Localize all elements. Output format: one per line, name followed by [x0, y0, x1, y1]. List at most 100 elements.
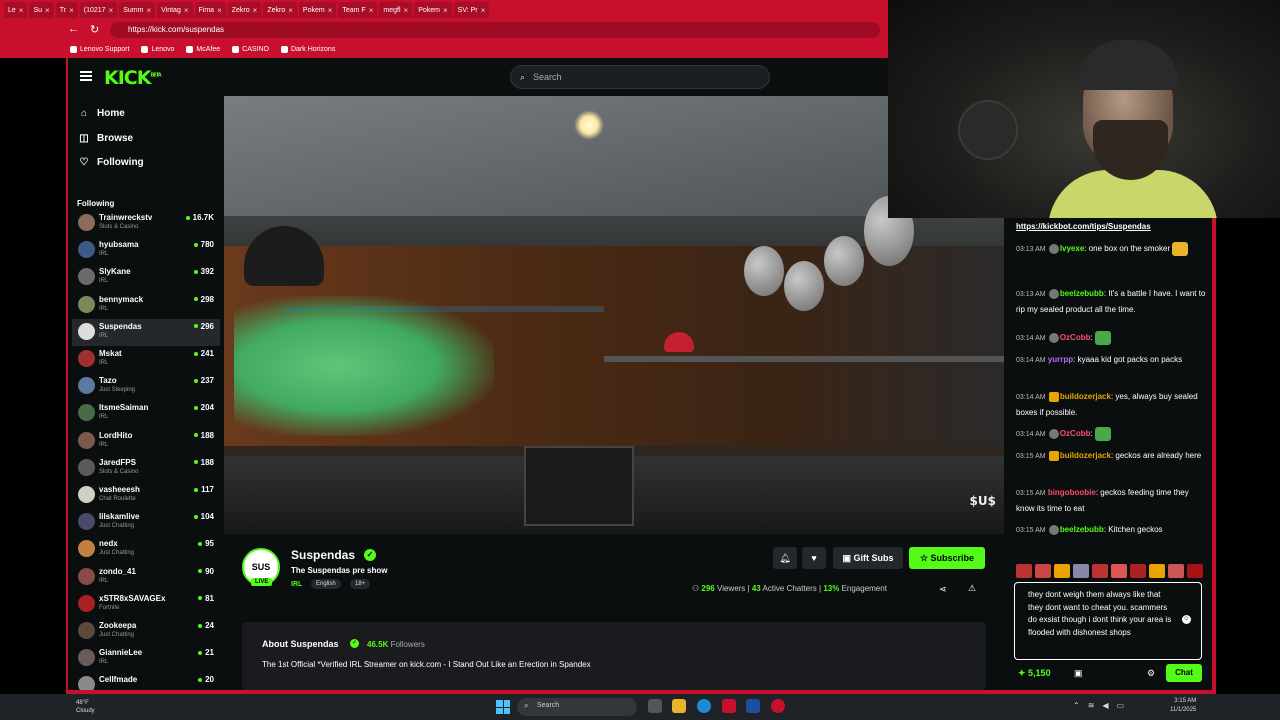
star-icon: ☆ [919, 553, 931, 563]
bookmark-item[interactable]: Dark Horizons [280, 45, 335, 53]
chat-message: 03:14 AM yurrpp: kyaaa kid got packs on … [1016, 355, 1183, 364]
opera-gx-icon[interactable] [771, 699, 785, 713]
browser-tab[interactable]: Pokem × [414, 2, 452, 18]
emote-bar[interactable] [1016, 564, 1206, 578]
channel-points[interactable]: ✦ 5,150 [1018, 668, 1051, 679]
bookmark-icon [141, 45, 149, 53]
chat-pinned-link[interactable]: https://kickbot.com/tips/Suspendas [1016, 222, 1151, 231]
subscribe-button[interactable]: ☆ Subscribe [909, 547, 985, 569]
address-bar[interactable]: https://kick.com/suspendas [110, 22, 880, 38]
emote-icon [1172, 241, 1189, 256]
close-icon[interactable]: × [69, 6, 74, 15]
close-icon[interactable]: × [109, 6, 114, 15]
reload-icon[interactable]: ↻ [90, 23, 99, 36]
system-tray[interactable]: ⌃ ≋ ◀ ▭ [1073, 701, 1124, 710]
close-icon[interactable]: × [328, 6, 333, 15]
close-icon[interactable]: × [146, 6, 151, 15]
stream-watermark: $U$ [969, 494, 996, 508]
webcam-person-beanie [1078, 40, 1178, 90]
weather-widget[interactable]: 48°F Cloudy [76, 699, 95, 715]
volume-icon[interactable]: ◀ [1102, 701, 1108, 710]
browser-tab[interactable]: Team F × [338, 2, 378, 18]
close-icon[interactable]: × [288, 6, 293, 15]
windows-start-icon[interactable] [496, 700, 510, 714]
close-icon[interactable]: × [253, 6, 258, 15]
chat-username[interactable]: OzCobb [1060, 333, 1091, 342]
bookmark-icon [70, 45, 77, 53]
battery-icon[interactable]: ▭ [1117, 701, 1125, 710]
close-icon[interactable]: × [19, 6, 24, 15]
send-chat-button[interactable]: Chat [1166, 664, 1202, 682]
file-explorer-icon[interactable] [672, 699, 686, 713]
chevron-up-icon[interactable]: ⌃ [1073, 701, 1080, 710]
search-icon: ⌕ [524, 701, 529, 710]
back-icon[interactable]: ← [68, 23, 79, 35]
webcam-overlay [888, 0, 1280, 218]
close-icon[interactable]: × [184, 6, 189, 15]
browser-tab[interactable]: Vintag × [157, 2, 193, 18]
chat-message: 03:14 AM OzCobb: [1016, 426, 1206, 442]
chat-username[interactable]: buildozerjack [1060, 451, 1111, 460]
browser-tab[interactable]: Summ × [119, 2, 156, 18]
bookmark-icon [280, 45, 288, 53]
chat-message: 03:15 AM beelzebubb: Kitchen geckos [1016, 524, 1163, 535]
browser-tab[interactable]: (10217 × [79, 2, 118, 18]
report-icon[interactable]: ⚠ [968, 583, 976, 594]
wifi-icon[interactable]: ≋ [1088, 701, 1095, 710]
gear-icon[interactable]: ⚙ [1147, 668, 1155, 679]
browser-tab[interactable]: Pokem × [298, 2, 337, 18]
browser-toolbar: ← ↻ https://kick.com/suspendas [0, 20, 888, 40]
user-badge-icon [1048, 243, 1059, 254]
chat-message: 03:15 AM bingoboobie: geckos feeding tim… [1016, 488, 1189, 513]
browser-tab[interactable]: SV: Pr × [453, 2, 490, 18]
task-view-icon[interactable] [648, 699, 662, 713]
chat-message: 03:13 AM beelzebubb: It's a battle I hav… [1016, 288, 1206, 314]
chat-input[interactable]: they dont weigh them always like that th… [1014, 582, 1202, 660]
bookmark-item[interactable]: CASINO [232, 45, 269, 53]
lenovo-icon[interactable] [746, 699, 760, 713]
windows-taskbar: 48°F Cloudy ⌕ Search ⌃ ≋ ◀ ▭ 3:15 AM 11/1/2025 [0, 694, 1280, 720]
browser-tab[interactable]: Zekro × [227, 2, 262, 18]
bookmark-item[interactable]: Lenovo [141, 45, 174, 53]
chat-username[interactable]: OzCobb [1060, 429, 1091, 438]
chat-username[interactable]: lvyexe [1060, 244, 1084, 253]
bookmark-icon [186, 45, 194, 53]
gift-icon[interactable]: ▣ [1074, 668, 1083, 679]
webcam-fan [958, 100, 1018, 160]
chat-username[interactable]: buildozerjack [1060, 392, 1111, 401]
browser-tab[interactable]: Fima × [194, 2, 226, 18]
browser-tab[interactable]: Le × [4, 2, 28, 18]
browser-tab[interactable]: megfl × [379, 2, 413, 18]
chat-panel: https://kickbot.com/tips/Suspendas 03:13… [1004, 218, 1212, 690]
edge-icon[interactable] [697, 699, 711, 713]
taskbar-search[interactable]: ⌕ Search [517, 698, 637, 716]
clock[interactable]: 3:15 AM 11/1/2025 [1170, 697, 1196, 715]
user-badge-icon [1048, 524, 1059, 535]
browser-tab[interactable]: Tr × [55, 2, 78, 18]
crown-badge-icon [1048, 450, 1059, 461]
chat-message: 03:14 AM buildozerjack: yes, always buy … [1016, 391, 1198, 417]
chat-username[interactable]: beelzebubb [1060, 525, 1104, 534]
emoji-icon[interactable]: ☺ [1182, 615, 1191, 624]
bookmark-item[interactable]: Lenovo Support [70, 45, 129, 53]
close-icon[interactable]: × [443, 6, 448, 15]
bookmark-item[interactable]: McAfee [186, 45, 220, 53]
close-icon[interactable]: × [481, 6, 486, 15]
chat-message: 03:15 AM buildozerjack: geckos are alrea… [1016, 450, 1202, 461]
crown-badge-icon [1048, 391, 1059, 402]
chat-username[interactable]: yurrpp [1048, 355, 1073, 364]
browser-tab[interactable]: Zekro × [263, 2, 297, 18]
capture-frame [66, 58, 888, 694]
user-badge-icon [1048, 288, 1059, 299]
browser-tab[interactable]: Su × [29, 2, 54, 18]
app-icon[interactable] [722, 699, 736, 713]
close-icon[interactable]: × [369, 6, 374, 15]
chat-username[interactable]: bingoboobie [1048, 488, 1096, 497]
close-icon[interactable]: × [404, 6, 409, 15]
bookmark-icon [232, 45, 240, 53]
chat-username[interactable]: beelzebubb [1060, 289, 1104, 298]
share-icon[interactable]: ⋖ [939, 584, 947, 595]
browser-tab-bar: Le × Su × Tr × (10217 × Summ × Vintag × Fima × Zekro × Z… [0, 0, 888, 20]
close-icon[interactable]: × [217, 6, 222, 15]
close-icon[interactable]: × [45, 6, 50, 15]
